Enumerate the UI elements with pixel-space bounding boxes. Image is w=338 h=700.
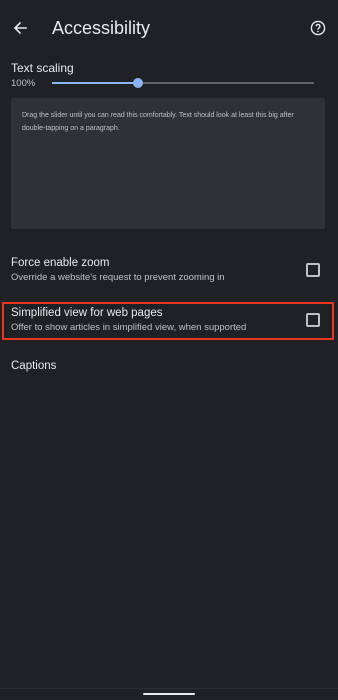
setting-subtitle: Override a website's request to prevent … [11,272,225,283]
slider-fill [52,82,139,84]
captions-item[interactable]: Captions [11,360,56,372]
text-scaling-slider[interactable] [52,76,314,90]
arrow-left-icon [13,21,27,35]
preview-text: Drag the slider until you can read this … [22,112,294,132]
app-bar: Accessibility [0,0,338,56]
back-button[interactable] [6,14,34,42]
setting-force-enable-zoom[interactable]: Force enable zoom Override a website's r… [0,249,338,293]
text-preview-box: Drag the slider until you can read this … [11,98,325,229]
setting-title: Force enable zoom [11,257,110,269]
nav-divider [0,688,338,689]
home-gesture-handle[interactable] [143,693,195,695]
text-scale-value: 100% [11,78,36,89]
force-zoom-checkbox[interactable] [306,263,320,277]
highlight-box [2,302,334,340]
help-circle-icon [310,20,326,36]
slider-thumb[interactable] [133,78,144,88]
text-scaling-label: Text scaling [11,61,74,75]
page-title: Accessibility [52,18,151,38]
help-button[interactable] [304,14,332,42]
nav-bar [0,688,338,700]
